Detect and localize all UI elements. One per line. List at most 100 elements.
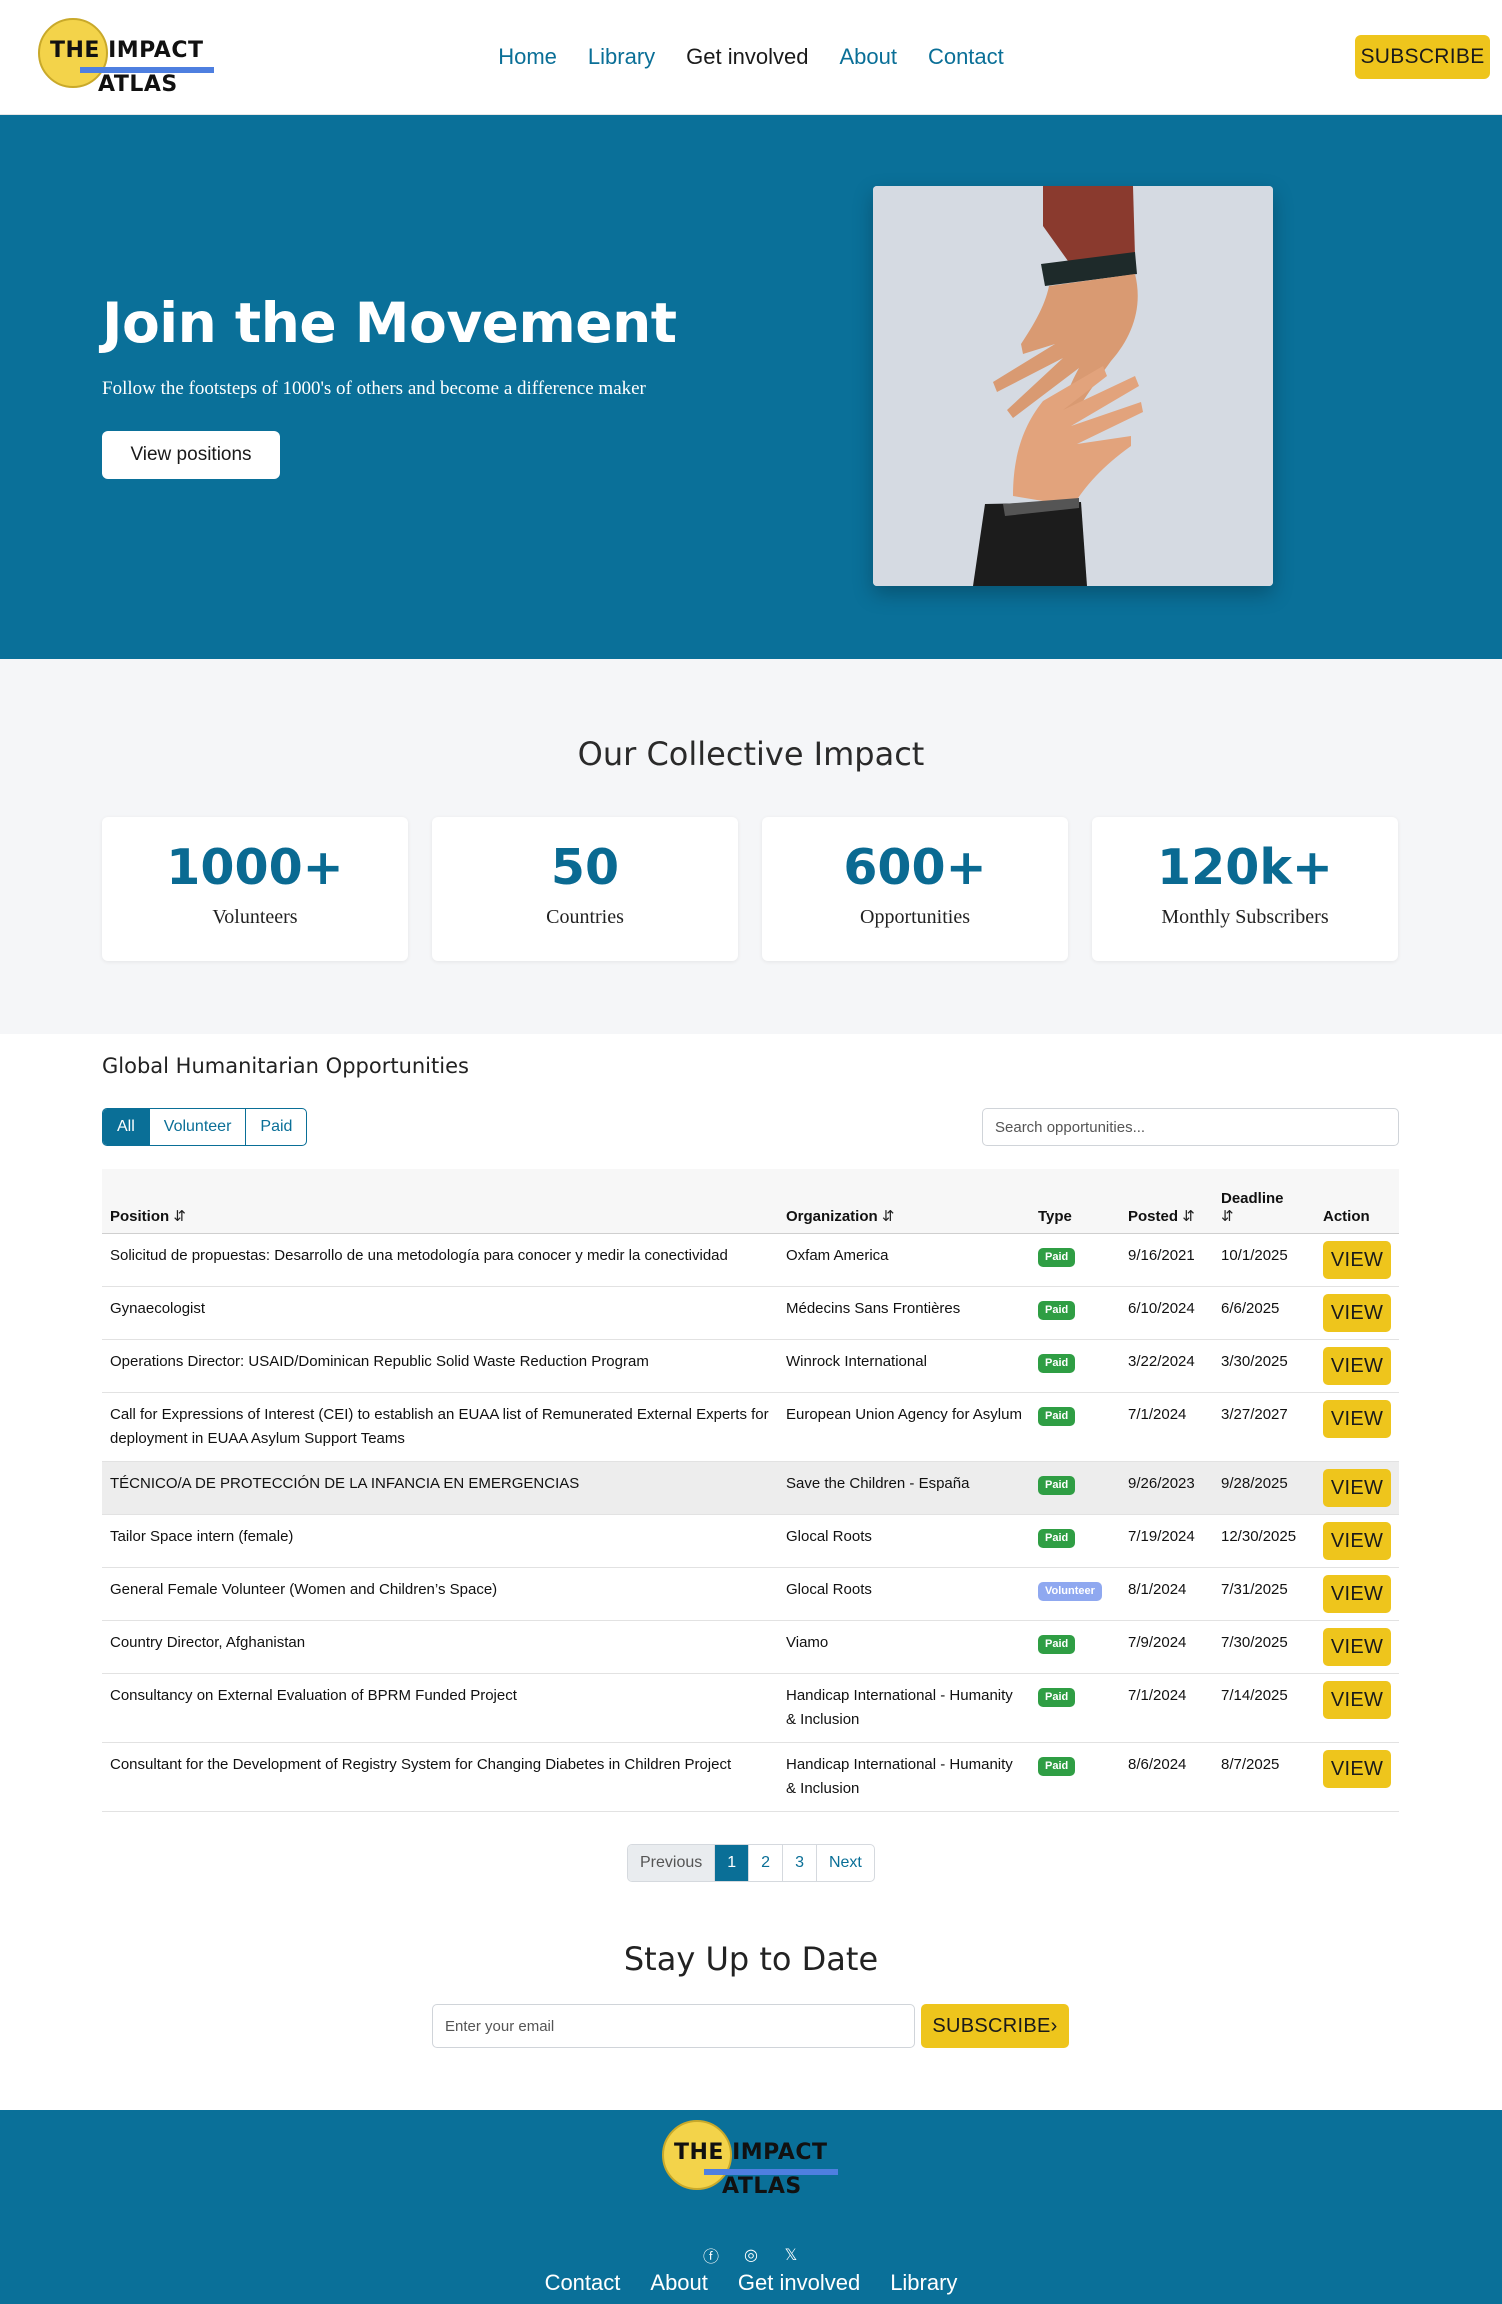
cell-action: VIEW — [1315, 1514, 1399, 1568]
sort-icon[interactable]: ⇵ — [173, 1208, 186, 1225]
column-header-posted[interactable]: Posted ⇵ — [1120, 1169, 1213, 1234]
stat-value: 50 — [550, 839, 620, 896]
sort-icon[interactable]: ⇵ — [1182, 1208, 1195, 1225]
cell-position: Gynaecologist — [102, 1286, 778, 1340]
type-filter-group: All Volunteer Paid — [102, 1108, 308, 1146]
cell-position: Consultant for the Development of Regist… — [102, 1742, 778, 1812]
newsletter-email-input[interactable] — [432, 2004, 915, 2048]
impact-stats: 1000+ Volunteers 50 Countries 600+ Oppor… — [102, 817, 1398, 961]
cell-position: General Female Volunteer (Women and Chil… — [102, 1567, 778, 1621]
footer-link-library[interactable]: Library — [890, 2270, 957, 2296]
x-twitter-icon[interactable]: 𝕏 — [782, 2246, 800, 2264]
column-header-deadline[interactable]: Deadline ⇵ — [1213, 1169, 1315, 1234]
filter-volunteer[interactable]: Volunteer — [148, 1109, 246, 1145]
cell-type: Paid — [1030, 1514, 1120, 1568]
table-row[interactable]: Solicitud de propuestas: Desarrollo de u… — [102, 1233, 1399, 1287]
nav-home[interactable]: Home — [498, 44, 557, 70]
view-button[interactable]: VIEW — [1323, 1627, 1391, 1666]
table-row[interactable]: Country Director, Afghanistan Viamo Paid 7/… — [102, 1620, 1399, 1674]
hero-title: Join the Movement — [102, 291, 677, 355]
nav-about[interactable]: About — [839, 44, 897, 70]
hero-subtitle: Follow the footsteps of 1000's of others… — [102, 378, 646, 399]
nav-get-involved[interactable]: Get involved — [686, 44, 808, 70]
view-positions-button[interactable]: View positions — [102, 431, 280, 479]
type-badge: Paid — [1038, 1475, 1076, 1495]
table-row[interactable]: Gynaecologist Médecins Sans Frontières Pai… — [102, 1286, 1399, 1340]
cell-action: VIEW — [1315, 1233, 1399, 1287]
footer-link-about[interactable]: About — [650, 2270, 708, 2296]
search-opportunities-input[interactable] — [982, 1108, 1399, 1146]
pagination: Previous 1 2 3 Next — [627, 1844, 875, 1882]
view-button[interactable]: VIEW — [1323, 1521, 1391, 1560]
cell-organization: Glocal Roots — [778, 1567, 1030, 1621]
footer-links: Contact About Get involved Library — [0, 2270, 1502, 2296]
view-button[interactable]: VIEW — [1323, 1399, 1391, 1438]
cell-type: Paid — [1030, 1461, 1120, 1515]
view-button[interactable]: VIEW — [1323, 1346, 1391, 1385]
facebook-icon[interactable]: ⓕ — [702, 2246, 720, 2266]
table-row[interactable]: Consultant for the Development of Regist… — [102, 1742, 1399, 1812]
cell-organization: European Union Agency for Asylum — [778, 1392, 1030, 1462]
sort-icon[interactable]: ⇵ — [882, 1208, 895, 1225]
cell-posted: 9/26/2023 — [1120, 1461, 1213, 1515]
view-button[interactable]: VIEW — [1323, 1574, 1391, 1613]
table-row[interactable]: Call for Expressions of Interest (CEI) t… — [102, 1392, 1399, 1462]
cell-posted: 3/22/2024 — [1120, 1339, 1213, 1393]
view-button[interactable]: VIEW — [1323, 1680, 1391, 1719]
footer-link-get-involved[interactable]: Get involved — [738, 2270, 860, 2296]
view-button[interactable]: VIEW — [1323, 1240, 1391, 1279]
view-button[interactable]: VIEW — [1323, 1749, 1391, 1788]
column-header-organization[interactable]: Organization ⇵ — [778, 1169, 1030, 1234]
column-header-position[interactable]: Position ⇵ — [102, 1169, 778, 1234]
hero-hands-image — [873, 186, 1273, 586]
pagination-page-1[interactable]: 1 — [714, 1845, 749, 1881]
table-row[interactable]: Tailor Space intern (female) Glocal Roots… — [102, 1514, 1399, 1568]
table-row[interactable]: TÉCNICO/A DE PROTECCIÓN DE LA INFANCIA E… — [102, 1461, 1399, 1515]
pagination-page-3[interactable]: 3 — [782, 1845, 816, 1881]
table-row[interactable]: General Female Volunteer (Women and Chil… — [102, 1567, 1399, 1621]
footer-link-contact[interactable]: Contact — [545, 2270, 621, 2296]
table-row[interactable]: Consultancy on External Evaluation of BP… — [102, 1673, 1399, 1743]
cell-position: Consultancy on External Evaluation of BP… — [102, 1673, 778, 1743]
newsletter-subscribe-button[interactable]: SUBSCRIBE › — [921, 2004, 1069, 2048]
logo-text-line1: THE IMPACT — [674, 2140, 828, 2165]
cell-deadline: 3/30/2025 — [1213, 1339, 1315, 1393]
column-header-action: Action — [1315, 1169, 1399, 1234]
nav-contact[interactable]: Contact — [928, 44, 1004, 70]
footer-logo[interactable]: THE IMPACT ATLAS — [662, 2118, 842, 2202]
cell-type: Volunteer — [1030, 1567, 1120, 1621]
opportunities-title: Global Humanitarian Opportunities — [102, 1054, 469, 1078]
chevron-right-icon: › — [1050, 2014, 1058, 2037]
pagination-page-2[interactable]: 2 — [748, 1845, 782, 1881]
cell-organization: Handicap International - Humanity & Incl… — [778, 1673, 1030, 1743]
pagination-next[interactable]: Next — [815, 1845, 874, 1881]
filter-paid[interactable]: Paid — [245, 1109, 306, 1145]
view-button[interactable]: VIEW — [1323, 1293, 1391, 1332]
cell-type: Paid — [1030, 1620, 1120, 1674]
opportunities-section: Global Humanitarian Opportunities All Vo… — [0, 1034, 1502, 1921]
sort-icon[interactable]: ⇵ — [1221, 1208, 1234, 1225]
filter-all[interactable]: All — [103, 1109, 149, 1145]
view-button[interactable]: VIEW — [1323, 1468, 1391, 1507]
pagination-previous[interactable]: Previous — [628, 1845, 715, 1881]
site-footer: THE IMPACT ATLAS ⓕ ◎ 𝕏 Contact About Get… — [0, 2110, 1502, 2304]
stat-label: Countries — [546, 906, 624, 928]
cell-action: VIEW — [1315, 1392, 1399, 1462]
main-menu: Home Library Get involved About Contact — [0, 44, 1502, 70]
cell-type: Paid — [1030, 1286, 1120, 1340]
nav-library[interactable]: Library — [588, 44, 655, 70]
instagram-icon[interactable]: ◎ — [742, 2246, 760, 2264]
hero-section: Join the Movement Follow the footsteps o… — [0, 115, 1502, 659]
stat-value: 120k+ — [1157, 839, 1333, 896]
cell-deadline: 10/1/2025 — [1213, 1233, 1315, 1287]
cell-organization: Glocal Roots — [778, 1514, 1030, 1568]
table-row[interactable]: Operations Director: USAID/Dominican Rep… — [102, 1339, 1399, 1393]
cell-type: Paid — [1030, 1233, 1120, 1287]
cell-position: Tailor Space intern (female) — [102, 1514, 778, 1568]
table-header-row: Position ⇵ Organization ⇵ Type Posted ⇵ … — [102, 1169, 1399, 1234]
cell-posted: 7/1/2024 — [1120, 1673, 1213, 1743]
subscribe-button-header[interactable]: SUBSCRIBE — [1355, 35, 1490, 79]
type-badge: Paid — [1038, 1528, 1076, 1548]
cell-posted: 7/19/2024 — [1120, 1514, 1213, 1568]
cell-action: VIEW — [1315, 1461, 1399, 1515]
